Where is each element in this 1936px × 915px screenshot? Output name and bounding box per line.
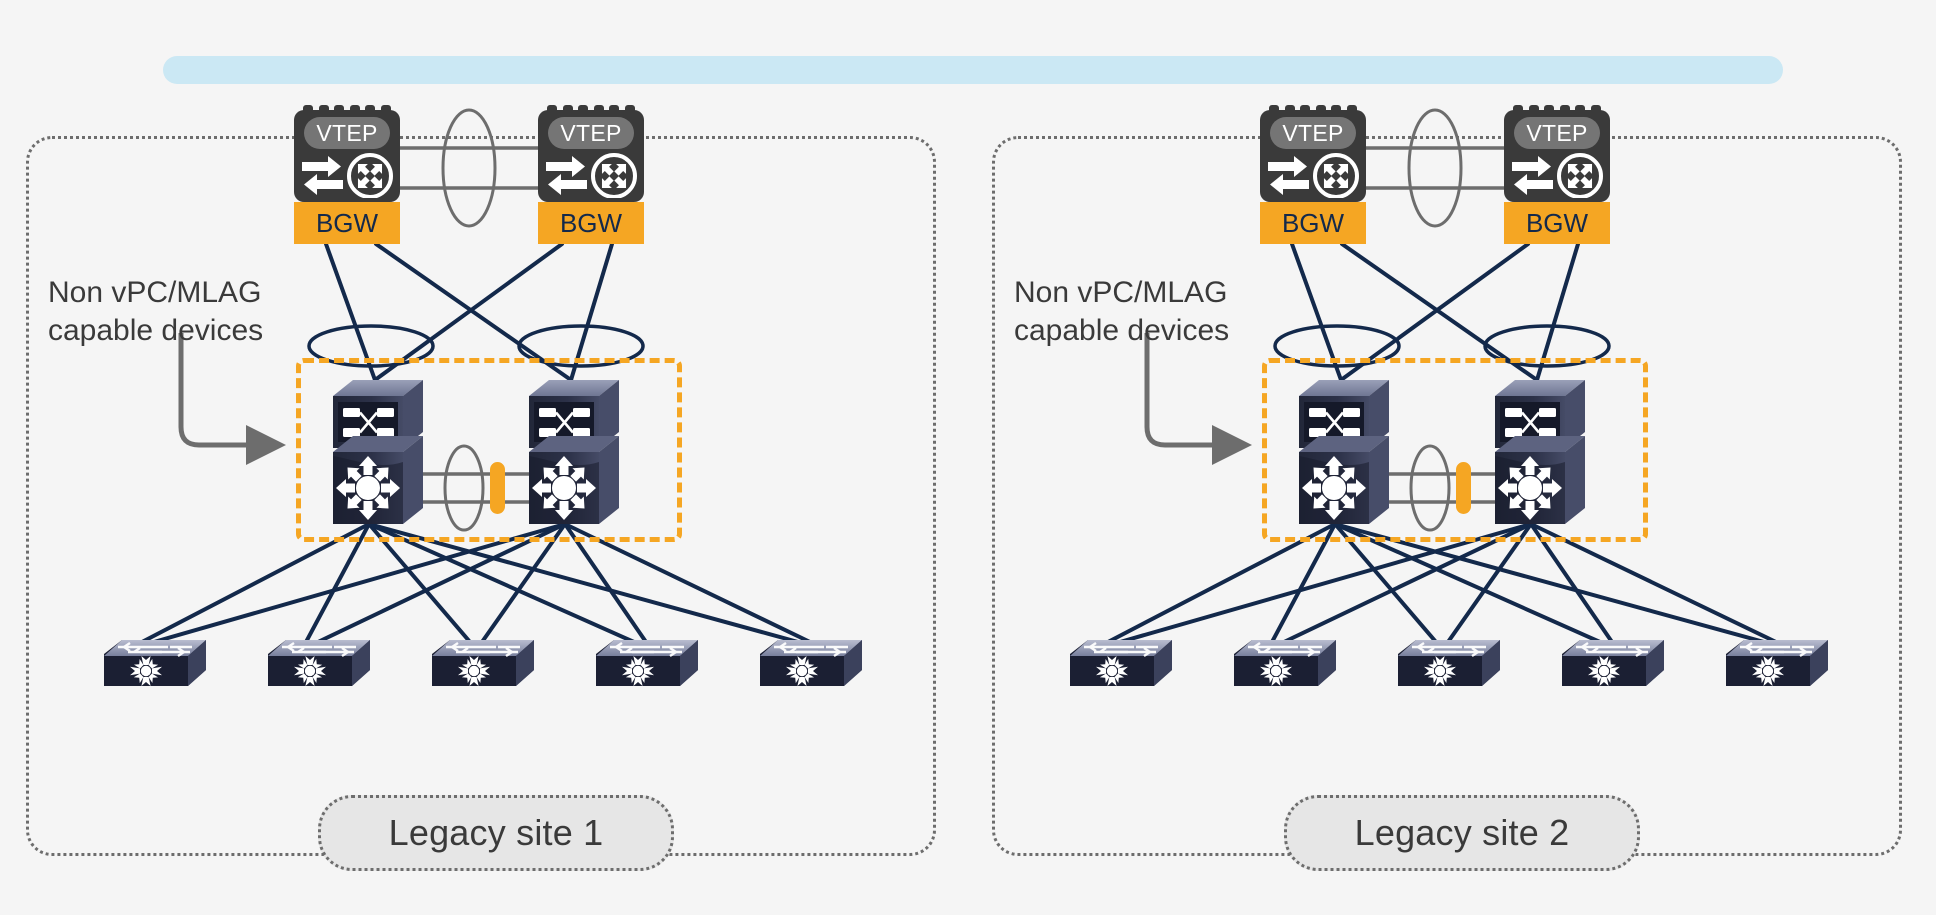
chassis-teeth	[1513, 105, 1601, 115]
vtep-badge: VTEP	[304, 117, 390, 149]
vtep-badge: VTEP	[1514, 117, 1600, 149]
bgw-left[interactable]: VTEP BGW	[294, 105, 400, 244]
annotation-line-1: Non vPC/MLAG	[1014, 276, 1228, 309]
non-vpc-capable-region	[296, 358, 682, 542]
top-banner	[163, 56, 1783, 84]
annotation-line-1: Non vPC/MLAG	[48, 276, 262, 309]
vtep-badge: VTEP	[548, 117, 634, 149]
non-vpc-annotation: Non vPC/MLAG capable devices	[48, 274, 263, 349]
vtep-badge: VTEP	[1270, 117, 1356, 149]
site-label-site-1: Legacy site 1	[318, 795, 674, 871]
bgw-device-icons	[1510, 149, 1607, 203]
bgw-device-icons	[544, 149, 641, 203]
chassis-teeth	[303, 105, 391, 115]
diagram-canvas: Legacy site 1 Non vPC/MLAG capable devices…	[0, 0, 1936, 915]
annotation-line-2: capable devices	[1014, 313, 1230, 347]
site-label-site-2: Legacy site 2	[1284, 795, 1640, 871]
bgw-device-icons	[300, 149, 397, 203]
bgw-left[interactable]: VTEP BGW	[1260, 105, 1366, 244]
bgw-right[interactable]: VTEP BGW	[538, 105, 644, 244]
non-vpc-annotation: Non vPC/MLAG capable devices	[1014, 274, 1229, 349]
bgw-role-label: BGW	[538, 202, 644, 244]
annotation-line-2: capable devices	[48, 313, 264, 347]
non-vpc-capable-region	[1262, 358, 1648, 542]
chassis-teeth	[1269, 105, 1357, 115]
bgw-role-label: BGW	[294, 202, 400, 244]
bgw-right[interactable]: VTEP BGW	[1504, 105, 1610, 244]
bgw-role-label: BGW	[1260, 202, 1366, 244]
bgw-role-label: BGW	[1504, 202, 1610, 244]
chassis-teeth	[547, 105, 635, 115]
bgw-device-icons	[1266, 149, 1363, 203]
